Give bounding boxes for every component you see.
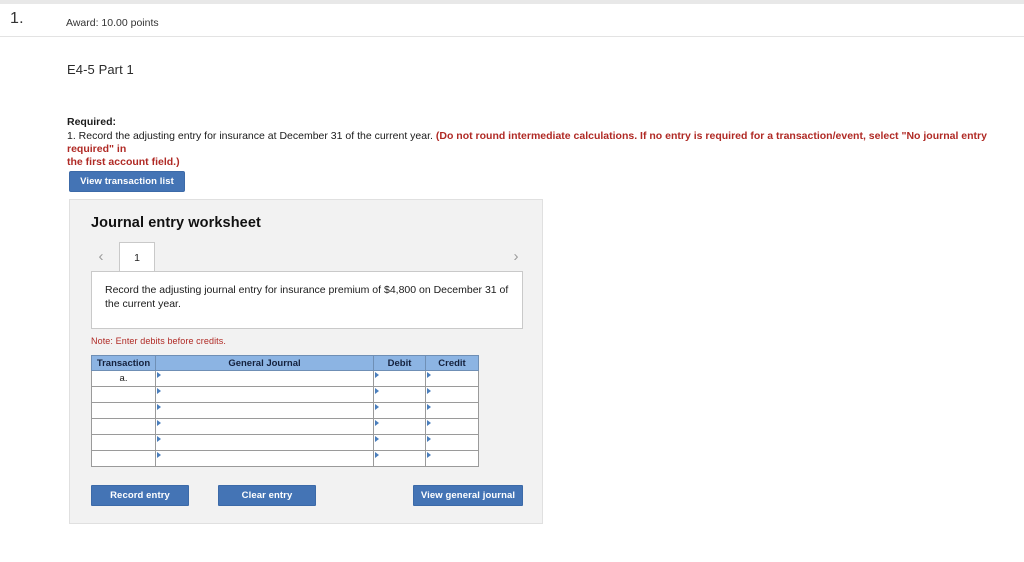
dropdown-caret-icon — [427, 372, 431, 378]
dropdown-caret-icon — [427, 404, 431, 410]
dropdown-caret-icon — [375, 404, 379, 410]
credit-input-3[interactable] — [425, 418, 479, 435]
column-header-general-journal: General Journal — [155, 355, 374, 371]
credit-input-4[interactable] — [425, 434, 479, 451]
dropdown-caret-icon — [427, 436, 431, 442]
table-row — [91, 386, 479, 403]
dropdown-caret-icon — [427, 452, 431, 458]
debits-before-credits-note: Note: Enter debits before credits. — [91, 336, 226, 346]
general-journal-input-3[interactable] — [155, 418, 374, 435]
dropdown-caret-icon — [157, 388, 161, 394]
dropdown-caret-icon — [157, 372, 161, 378]
transaction-label-4 — [91, 434, 156, 451]
credit-input-0[interactable] — [425, 370, 479, 387]
record-entry-button[interactable]: Record entry — [91, 485, 189, 506]
transaction-label-0: a. — [91, 370, 156, 387]
debit-input-4[interactable] — [373, 434, 426, 451]
question-header: 1. Award: 10.00 points — [0, 4, 1024, 37]
debit-input-0[interactable] — [373, 370, 426, 387]
dropdown-caret-icon — [375, 372, 379, 378]
dropdown-caret-icon — [157, 420, 161, 426]
table-row — [91, 450, 479, 467]
debit-input-3[interactable] — [373, 418, 426, 435]
column-header-debit: Debit — [373, 355, 426, 371]
table-row — [91, 418, 479, 435]
required-instructions: Required: 1. Record the adjusting entry … — [67, 116, 1007, 169]
transaction-label-3 — [91, 418, 156, 435]
transaction-label-1 — [91, 386, 156, 403]
debit-input-2[interactable] — [373, 402, 426, 419]
dropdown-caret-icon — [427, 420, 431, 426]
worksheet-prompt: Record the adjusting journal entry for i… — [91, 271, 523, 329]
required-line-2: the first account field.) — [67, 156, 180, 168]
general-journal-input-5[interactable] — [155, 450, 374, 467]
worksheet-tab-1[interactable]: 1 — [119, 242, 155, 272]
table-row — [91, 402, 479, 419]
general-journal-input-0[interactable] — [155, 370, 374, 387]
table-header-row: Transaction General Journal Debit Credit — [91, 355, 479, 371]
worksheet-pager: ‹ 1 › — [91, 242, 523, 272]
credit-input-2[interactable] — [425, 402, 479, 419]
journal-entry-table: Transaction General Journal Debit Credit… — [91, 355, 479, 467]
dropdown-caret-icon — [157, 404, 161, 410]
general-journal-input-1[interactable] — [155, 386, 374, 403]
column-header-credit: Credit — [425, 355, 479, 371]
transaction-label-5 — [91, 450, 156, 467]
question-number: 1. — [10, 10, 24, 27]
clear-entry-button[interactable]: Clear entry — [218, 485, 316, 506]
dropdown-caret-icon — [375, 436, 379, 442]
view-general-journal-button[interactable]: View general journal — [413, 485, 523, 506]
column-header-transaction: Transaction — [91, 355, 156, 371]
award-points-text: Award: 10.00 points — [66, 17, 159, 29]
view-transaction-list-button[interactable]: View transaction list — [69, 171, 185, 192]
dropdown-caret-icon — [375, 452, 379, 458]
chevron-left-icon[interactable]: ‹ — [94, 248, 108, 266]
table-row — [91, 434, 479, 451]
chevron-right-icon[interactable]: › — [509, 248, 523, 266]
dropdown-caret-icon — [375, 420, 379, 426]
credit-input-1[interactable] — [425, 386, 479, 403]
dropdown-caret-icon — [157, 436, 161, 442]
transaction-label-2 — [91, 402, 156, 419]
dropdown-caret-icon — [157, 452, 161, 458]
dropdown-caret-icon — [427, 388, 431, 394]
journal-entry-worksheet-panel: Journal entry worksheet ‹ 1 › Record the… — [69, 199, 543, 524]
page-title: E4-5 Part 1 — [67, 62, 134, 77]
dropdown-caret-icon — [375, 388, 379, 394]
required-label: Required: — [67, 116, 117, 128]
required-line-1: 1. Record the adjusting entry for insura… — [67, 130, 1007, 156]
general-journal-input-4[interactable] — [155, 434, 374, 451]
debit-input-5[interactable] — [373, 450, 426, 467]
credit-input-5[interactable] — [425, 450, 479, 467]
table-row: a. — [91, 370, 479, 387]
worksheet-title: Journal entry worksheet — [91, 215, 261, 231]
debit-input-1[interactable] — [373, 386, 426, 403]
general-journal-input-2[interactable] — [155, 402, 374, 419]
required-text-plain: 1. Record the adjusting entry for insura… — [67, 130, 436, 142]
